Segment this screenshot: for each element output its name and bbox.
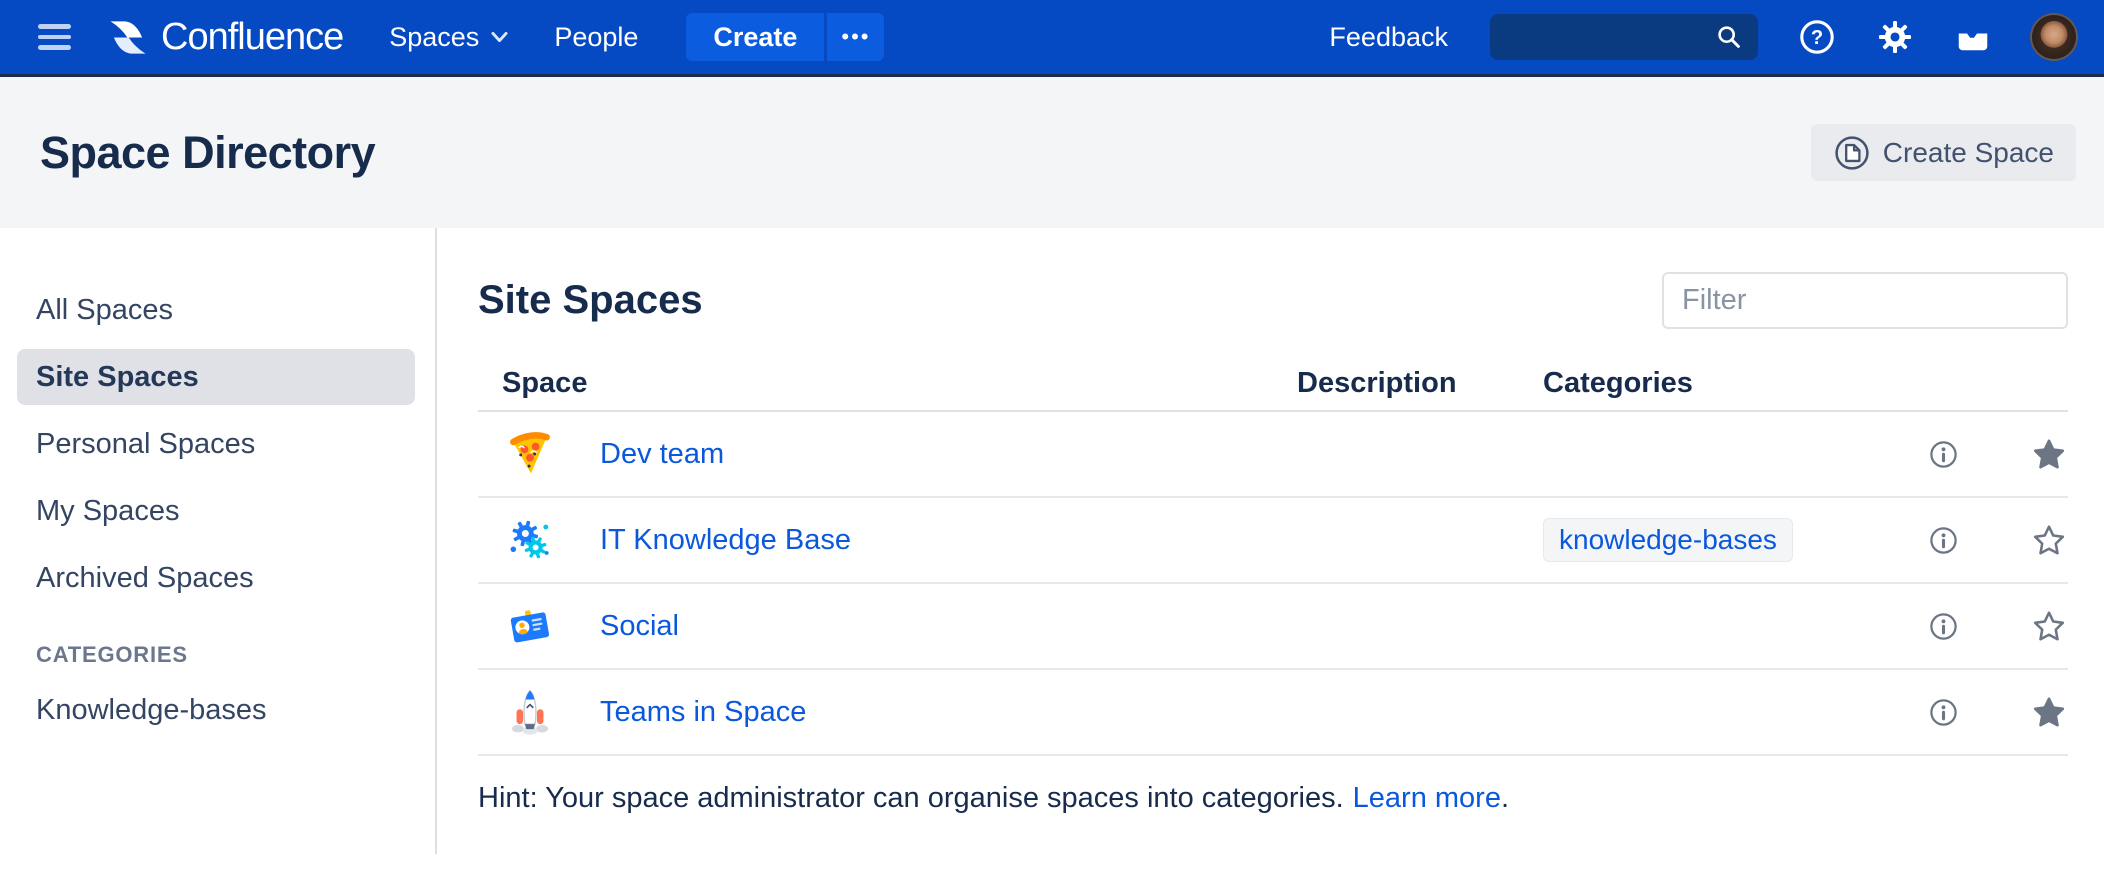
info-icon xyxy=(1928,611,1959,642)
settings-button[interactable] xyxy=(1876,18,1914,56)
search-input[interactable] xyxy=(1506,22,1714,53)
info-icon xyxy=(1928,525,1959,556)
hint-suffix: . xyxy=(1501,782,1509,814)
more-menu-button[interactable]: ••• xyxy=(827,13,884,61)
table-row: IT Knowledge Base knowledge-bases xyxy=(478,498,2068,584)
info-button[interactable] xyxy=(1928,697,1959,728)
info-icon xyxy=(1928,697,1959,728)
confluence-logo-mark xyxy=(105,16,151,59)
categories-heading: CATEGORIES xyxy=(36,642,437,668)
sidebar-item-my-spaces[interactable]: My Spaces xyxy=(17,483,415,539)
brand-name: Confluence xyxy=(161,16,343,59)
help-button[interactable]: ? xyxy=(1798,18,1836,56)
table-row: Social xyxy=(478,584,2068,670)
gears-icon xyxy=(504,514,556,566)
content-area: All Spaces Site Spaces Personal Spaces M… xyxy=(0,228,2104,872)
section-title: Site Spaces xyxy=(478,278,703,323)
space-categories: knowledge-bases xyxy=(1543,518,1928,562)
page-header: Space Directory Create Space xyxy=(0,77,2104,228)
global-search[interactable] xyxy=(1490,14,1758,60)
sidebar-item-archived-spaces[interactable]: Archived Spaces xyxy=(17,550,415,606)
main-panel: Site Spaces Space Description Categories xyxy=(437,228,2104,872)
filter-input[interactable] xyxy=(1662,272,2068,329)
hint-text: Hint: Your space administrator can organ… xyxy=(478,782,2068,815)
svg-text:?: ? xyxy=(1811,27,1823,49)
create-space-icon xyxy=(1833,134,1871,172)
id-card-icon xyxy=(504,600,556,652)
hint-body: Hint: Your space administrator can organ… xyxy=(478,782,1344,814)
space-link[interactable]: Social xyxy=(600,610,679,643)
category-lozenge[interactable]: knowledge-bases xyxy=(1543,518,1793,562)
hamburger-icon[interactable] xyxy=(38,24,71,50)
star-button[interactable] xyxy=(2032,609,2066,643)
space-link[interactable]: Dev team xyxy=(600,438,724,471)
star-icon xyxy=(2032,523,2066,557)
space-filters-nav: All Spaces Site Spaces Personal Spaces M… xyxy=(0,282,437,606)
table-header: Space Description Categories xyxy=(478,356,2068,412)
nav-people[interactable]: People xyxy=(554,22,638,53)
inbox-tray-icon xyxy=(1954,18,1992,56)
table-row: Dev team xyxy=(478,412,2068,498)
info-icon xyxy=(1928,439,1959,470)
table-row: Teams in Space xyxy=(478,670,2068,756)
notifications-button[interactable] xyxy=(1954,18,1992,56)
info-button[interactable] xyxy=(1928,439,1959,470)
star-icon xyxy=(2032,695,2066,729)
pizza-icon xyxy=(504,428,556,480)
top-navbar: Confluence Spaces People Create ••• Feed… xyxy=(0,0,2104,77)
user-avatar[interactable] xyxy=(2030,13,2078,61)
star-button[interactable] xyxy=(2032,695,2066,729)
info-button[interactable] xyxy=(1928,525,1959,556)
gear-icon xyxy=(1876,18,1914,56)
sidebar-item-site-spaces[interactable]: Site Spaces xyxy=(17,349,415,405)
column-header-categories: Categories xyxy=(1543,367,1928,400)
star-button[interactable] xyxy=(2032,437,2066,471)
page-title: Space Directory xyxy=(40,127,375,179)
create-button[interactable]: Create xyxy=(686,13,824,61)
help-icon: ? xyxy=(1798,18,1836,56)
column-header-space: Space xyxy=(478,367,1297,400)
space-link[interactable]: IT Knowledge Base xyxy=(600,524,851,557)
feedback-link[interactable]: Feedback xyxy=(1329,22,1448,53)
sidebar-item-personal-spaces[interactable]: Personal Spaces xyxy=(17,416,415,472)
learn-more-link[interactable]: Learn more xyxy=(1353,782,1501,814)
column-header-description: Description xyxy=(1297,367,1543,400)
info-button[interactable] xyxy=(1928,611,1959,642)
chevron-down-icon xyxy=(491,31,508,43)
search-icon xyxy=(1714,22,1744,52)
space-link[interactable]: Teams in Space xyxy=(600,696,806,729)
star-icon xyxy=(2032,609,2066,643)
sidebar-item-all-spaces[interactable]: All Spaces xyxy=(17,282,415,338)
create-space-label: Create Space xyxy=(1883,137,2054,169)
star-icon xyxy=(2032,437,2066,471)
star-button[interactable] xyxy=(2032,523,2066,557)
confluence-logo[interactable]: Confluence xyxy=(105,16,343,59)
sidebar: All Spaces Site Spaces Personal Spaces M… xyxy=(0,228,437,872)
sidebar-category-knowledge-bases[interactable]: Knowledge-bases xyxy=(36,694,437,727)
nav-spaces[interactable]: Spaces xyxy=(389,22,508,53)
rocket-icon xyxy=(504,686,556,738)
create-space-button[interactable]: Create Space xyxy=(1811,124,2076,181)
